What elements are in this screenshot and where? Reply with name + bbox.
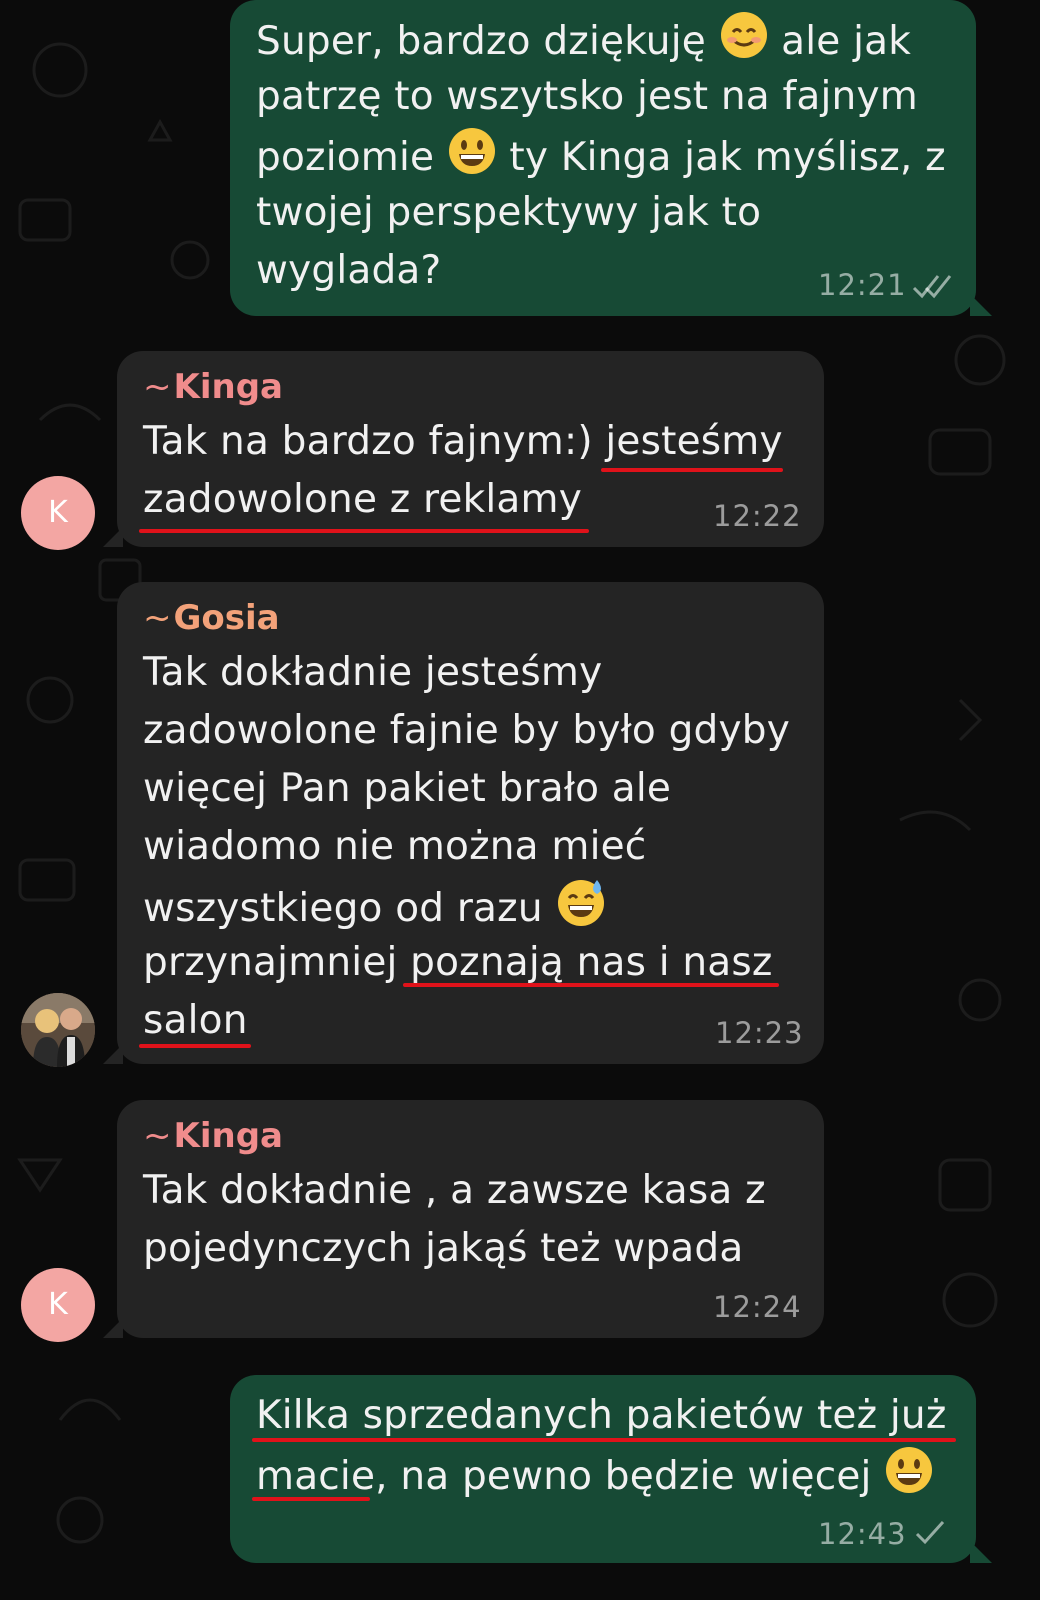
highlight-underline: [252, 1438, 956, 1442]
message-text-line: Super, bardzo dziękuję ale jak: [256, 10, 911, 77]
message-text-line: patrzę to wszytsko jest na fajnym: [256, 74, 918, 119]
message-text-line: Tak na bardzo fajnym:) jesteśmy: [143, 419, 783, 464]
highlight-underline: [601, 468, 783, 472]
message-bubble-incoming[interactable]: ~Gosia Tak dokładnie jesteśmy zadowolone…: [103, 582, 824, 1064]
message-text-line: Tak dokładnie , a zawsze kasa z: [143, 1168, 766, 1213]
message-timestamp: 12:22: [713, 499, 802, 533]
bubble-tail: [970, 294, 992, 316]
avatar[interactable]: [21, 993, 95, 1067]
message-bubble-outgoing[interactable]: Super, bardzo dziękuję ale jak patrzę to…: [230, 0, 992, 316]
message-text-line: wyglada?: [256, 248, 442, 293]
message-text-line: twojej perspektywy jak to: [256, 190, 762, 235]
avatar[interactable]: K: [21, 476, 95, 550]
message-text-line: zadowolone z reklamy: [143, 477, 582, 522]
smiling-face-with-smiling-eyes-emoji-icon: [719, 10, 769, 77]
message-timestamp: 12:43: [818, 1517, 907, 1551]
highlight-underline: [252, 1497, 370, 1501]
grinning-face-emoji-icon: [447, 126, 497, 193]
message-text-line: wiadomo nie można mieć: [143, 824, 647, 869]
double-check-icon: [912, 275, 952, 299]
message-bubble-outgoing[interactable]: Kilka sprzedanych pakietów też już macie…: [230, 1375, 992, 1563]
message-text-line: Tak dokładnie jesteśmy: [143, 650, 603, 695]
bubble-tail: [103, 527, 123, 547]
message-text-line: pojedynczych jakąś też wpada: [143, 1226, 744, 1271]
message-bubble-incoming[interactable]: ~Kinga Tak dokładnie , a zawsze kasa z p…: [103, 1100, 824, 1338]
message-timestamp: 12:24: [713, 1290, 802, 1324]
message-bubble-incoming[interactable]: ~Kinga Tak na bardzo fajnym:) jesteśmy z…: [103, 351, 824, 547]
message-text-line: macie, na pewno będzie więcej: [256, 1445, 934, 1512]
message-text-line: zadowolone fajnie by było gdyby: [143, 708, 790, 753]
profile-photo: [21, 993, 95, 1067]
message-text-line: więcej Pan pakiet brało ale: [143, 766, 672, 811]
single-check-icon: [915, 1520, 945, 1545]
bubble-tail: [970, 1541, 992, 1563]
message-text-line: salon: [143, 998, 248, 1043]
avatar[interactable]: K: [21, 1268, 95, 1342]
sender-name: ~Gosia: [143, 598, 280, 638]
bubble-tail: [103, 1318, 123, 1338]
message-text-line: Kilka sprzedanych pakietów też już: [256, 1393, 947, 1438]
grinning-face-emoji-icon: [884, 1445, 934, 1512]
sender-name: ~Kinga: [143, 1116, 283, 1156]
message-text-line: poziomie ty Kinga jak myślisz, z: [256, 126, 946, 193]
highlight-underline: [139, 529, 589, 533]
sender-name: ~Kinga: [143, 367, 283, 407]
message-timestamp: 12:23: [715, 1016, 804, 1050]
message-timestamp: 12:21: [818, 268, 907, 302]
highlight-underline: [139, 1044, 251, 1048]
highlight-underline: [403, 983, 779, 987]
bubble-tail: [103, 1044, 123, 1064]
